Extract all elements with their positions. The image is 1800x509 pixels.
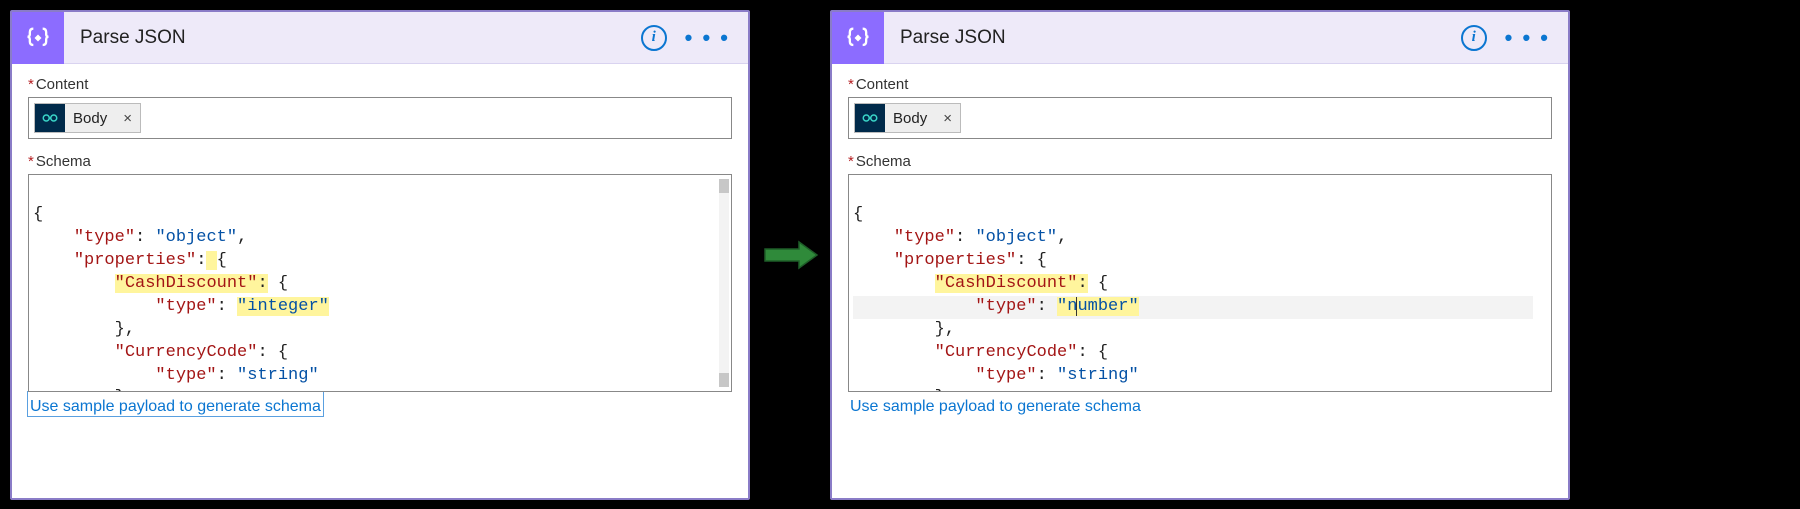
schema-editor[interactable]: { "type": "object", "properties": { "Cas… [848, 174, 1552, 392]
code-key: "properties" [894, 251, 1016, 270]
code-value-highlighted: "n [1057, 297, 1077, 316]
scrollbar-track [719, 179, 729, 387]
content-input[interactable]: Body × [848, 97, 1552, 139]
code-brace: { [33, 205, 43, 224]
token-label: Body [65, 104, 115, 132]
code-key: "type" [975, 366, 1036, 385]
more-menu-icon[interactable]: • • • [685, 33, 730, 43]
more-menu-icon[interactable]: • • • [1505, 33, 1550, 43]
token-remove-icon[interactable]: × [935, 104, 960, 132]
code-key: "type" [155, 297, 216, 316]
code-key: "type" [74, 228, 135, 247]
parse-json-panel-right: ▾ Parse JSON i • • • *Content Body × *Sc… [830, 10, 1570, 500]
code-value-highlighted: "integer" [237, 297, 329, 316]
code-value: "object" [975, 228, 1057, 247]
dynamic-token-body[interactable]: Body × [34, 103, 141, 133]
schema-label: *Schema [28, 153, 732, 170]
action-header[interactable]: Parse JSON i • • • [832, 12, 1568, 64]
code-key: "type" [975, 297, 1036, 316]
code-brace: { [853, 205, 863, 224]
info-icon[interactable]: i [641, 25, 667, 51]
parse-json-panel-left: ▾ Parse JSON i • • • *Content Body × *Sc… [10, 10, 750, 500]
action-title: Parse JSON [900, 27, 1461, 49]
parse-json-icon [12, 12, 64, 64]
code-brace: }, [935, 388, 955, 392]
content-label: *Content [848, 76, 1552, 93]
code-brace: }, [115, 388, 135, 392]
token-remove-icon[interactable]: × [115, 104, 140, 132]
connector-icon [35, 104, 65, 132]
schema-label: *Schema [848, 153, 1552, 170]
transition-arrow-icon [763, 240, 819, 270]
code-key-highlighted: "CashDiscount" [935, 274, 1078, 293]
generate-schema-link[interactable]: Use sample payload to generate schema [848, 392, 1143, 416]
action-body: *Content Body × *Schema { "type": "objec… [832, 64, 1568, 424]
code-value: "string" [1057, 366, 1139, 385]
code-key-highlighted: "CashDiscount" [115, 274, 258, 293]
code-brace: }, [935, 320, 955, 339]
code-value: "string" [237, 366, 319, 385]
action-body: *Content Body × *Schema { "type": "objec… [12, 64, 748, 424]
schema-editor[interactable]: { "type": "object", "properties": { "Cas… [28, 174, 732, 392]
scrollbar-thumb[interactable] [719, 373, 729, 387]
token-label: Body [885, 104, 935, 132]
code-key: "properties" [74, 251, 196, 270]
parse-json-icon [832, 12, 884, 64]
scrollbar-thumb[interactable] [719, 179, 729, 193]
action-title: Parse JSON [80, 27, 641, 49]
dynamic-token-body[interactable]: Body × [854, 103, 961, 133]
action-header[interactable]: Parse JSON i • • • [12, 12, 748, 64]
content-input[interactable]: Body × [28, 97, 732, 139]
code-key: "CurrencyCode" [115, 343, 258, 362]
code-key: "type" [155, 366, 216, 385]
connector-icon [855, 104, 885, 132]
code-key: "CurrencyCode" [935, 343, 1078, 362]
info-icon[interactable]: i [1461, 25, 1487, 51]
content-label: *Content [28, 76, 732, 93]
generate-schema-link[interactable]: Use sample payload to generate schema [28, 392, 323, 416]
code-brace: }, [115, 320, 135, 339]
code-key: "type" [894, 228, 955, 247]
code-value: "object" [155, 228, 237, 247]
